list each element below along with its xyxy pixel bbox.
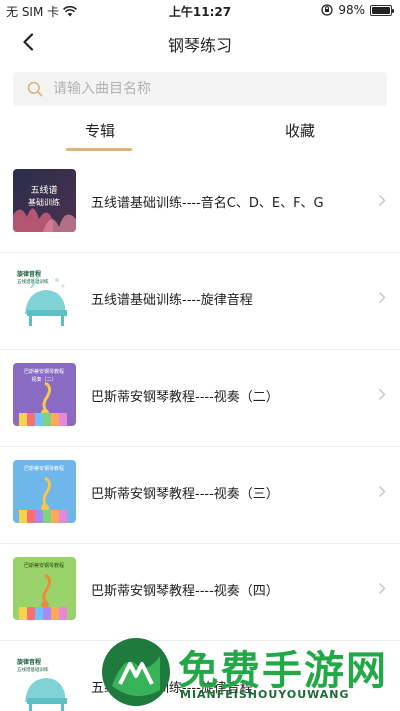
thumb-text: 巴斯蒂安钢琴教程 — [24, 465, 64, 472]
tab-favorites[interactable]: 收藏 — [240, 120, 360, 141]
chevron-right-icon — [378, 194, 386, 207]
site-watermark: 免费手游网 MIANFEISHOUYOUWANG — [98, 632, 398, 711]
page-title: 钢琴练习 — [167, 36, 232, 55]
thumb-text: 巴斯蒂安钢琴教程 — [24, 368, 64, 375]
album-thumbnail: 巴斯蒂安钢琴教程 视奏（二） — [13, 363, 76, 426]
thumb-text: 五线谱基础训练 — [17, 666, 49, 673]
rotation-lock-icon — [321, 4, 333, 16]
search-input[interactable] — [53, 81, 353, 97]
album-thumbnail: 巴斯蒂安钢琴教程 — [13, 460, 76, 523]
navigation-bar: 钢琴练习 — [0, 22, 400, 62]
search-icon — [27, 81, 43, 97]
list-item[interactable]: 巴斯蒂安钢琴教程 巴斯蒂安钢琴教程----视奏（三） — [0, 447, 400, 544]
item-title: 巴斯蒂安钢琴教程----视奏（三） — [91, 487, 279, 502]
thumb-text: 视奏（二） — [31, 376, 56, 383]
status-bar: 无 SIM 卡 上午11:27 98% — [0, 0, 400, 22]
list-item[interactable]: 巴斯蒂安钢琴教程 巴斯蒂安钢琴教程----视奏（四） — [0, 544, 400, 641]
thumb-text: 五线谱 — [30, 184, 57, 196]
chevron-right-icon — [378, 291, 386, 304]
album-thumbnail: 巴斯蒂安钢琴教程 — [13, 557, 76, 620]
chevron-right-icon — [378, 582, 386, 595]
status-right: 98% — [321, 3, 394, 17]
active-tab-indicator — [66, 148, 132, 151]
album-thumbnail: 五线谱 基础训练 — [13, 169, 76, 232]
battery-percent: 98% — [338, 3, 365, 17]
album-thumbnail: 旋律音程 五线谱基础训练 — [13, 266, 76, 329]
list-item[interactable]: 五线谱 基础训练 五线谱基础训练----音名C、D、E、F、G — [0, 156, 400, 253]
battery-level — [372, 6, 390, 14]
list-item[interactable]: 巴斯蒂安钢琴教程 视奏（二） 巴斯蒂安钢琴教程----视奏（二） — [0, 350, 400, 447]
thumb-text: 基础训练 — [28, 197, 60, 207]
item-title: 巴斯蒂安钢琴教程----视奏（二） — [91, 390, 279, 405]
search-bar[interactable] — [13, 72, 387, 106]
chevron-right-icon — [378, 388, 386, 401]
thumb-text: 旋律音程 — [16, 658, 41, 666]
tab-album[interactable]: 专辑 — [40, 120, 160, 141]
list-item[interactable]: 旋律音程 五线谱基础训练 五线谱基础训练----旋律音程 — [0, 253, 400, 350]
watermark-logo — [102, 638, 170, 706]
watermark-subtext: MIANFEISHOUYOUWANG — [180, 688, 350, 701]
thumb-text: 旋律音程 — [16, 270, 41, 278]
album-thumbnail: 旋律音程 五线谱基础训练 — [13, 654, 76, 711]
item-title: 五线谱基础训练----音名C、D、E、F、G — [91, 196, 324, 211]
item-title: 五线谱基础训练----旋律音程 — [91, 293, 253, 308]
battery-icon — [370, 4, 394, 16]
thumb-text: 巴斯蒂安钢琴教程 — [24, 562, 64, 569]
item-title: 巴斯蒂安钢琴教程----视奏（四） — [91, 584, 279, 599]
tab-bar: 专辑 收藏 — [0, 112, 400, 156]
chevron-right-icon — [378, 485, 386, 498]
